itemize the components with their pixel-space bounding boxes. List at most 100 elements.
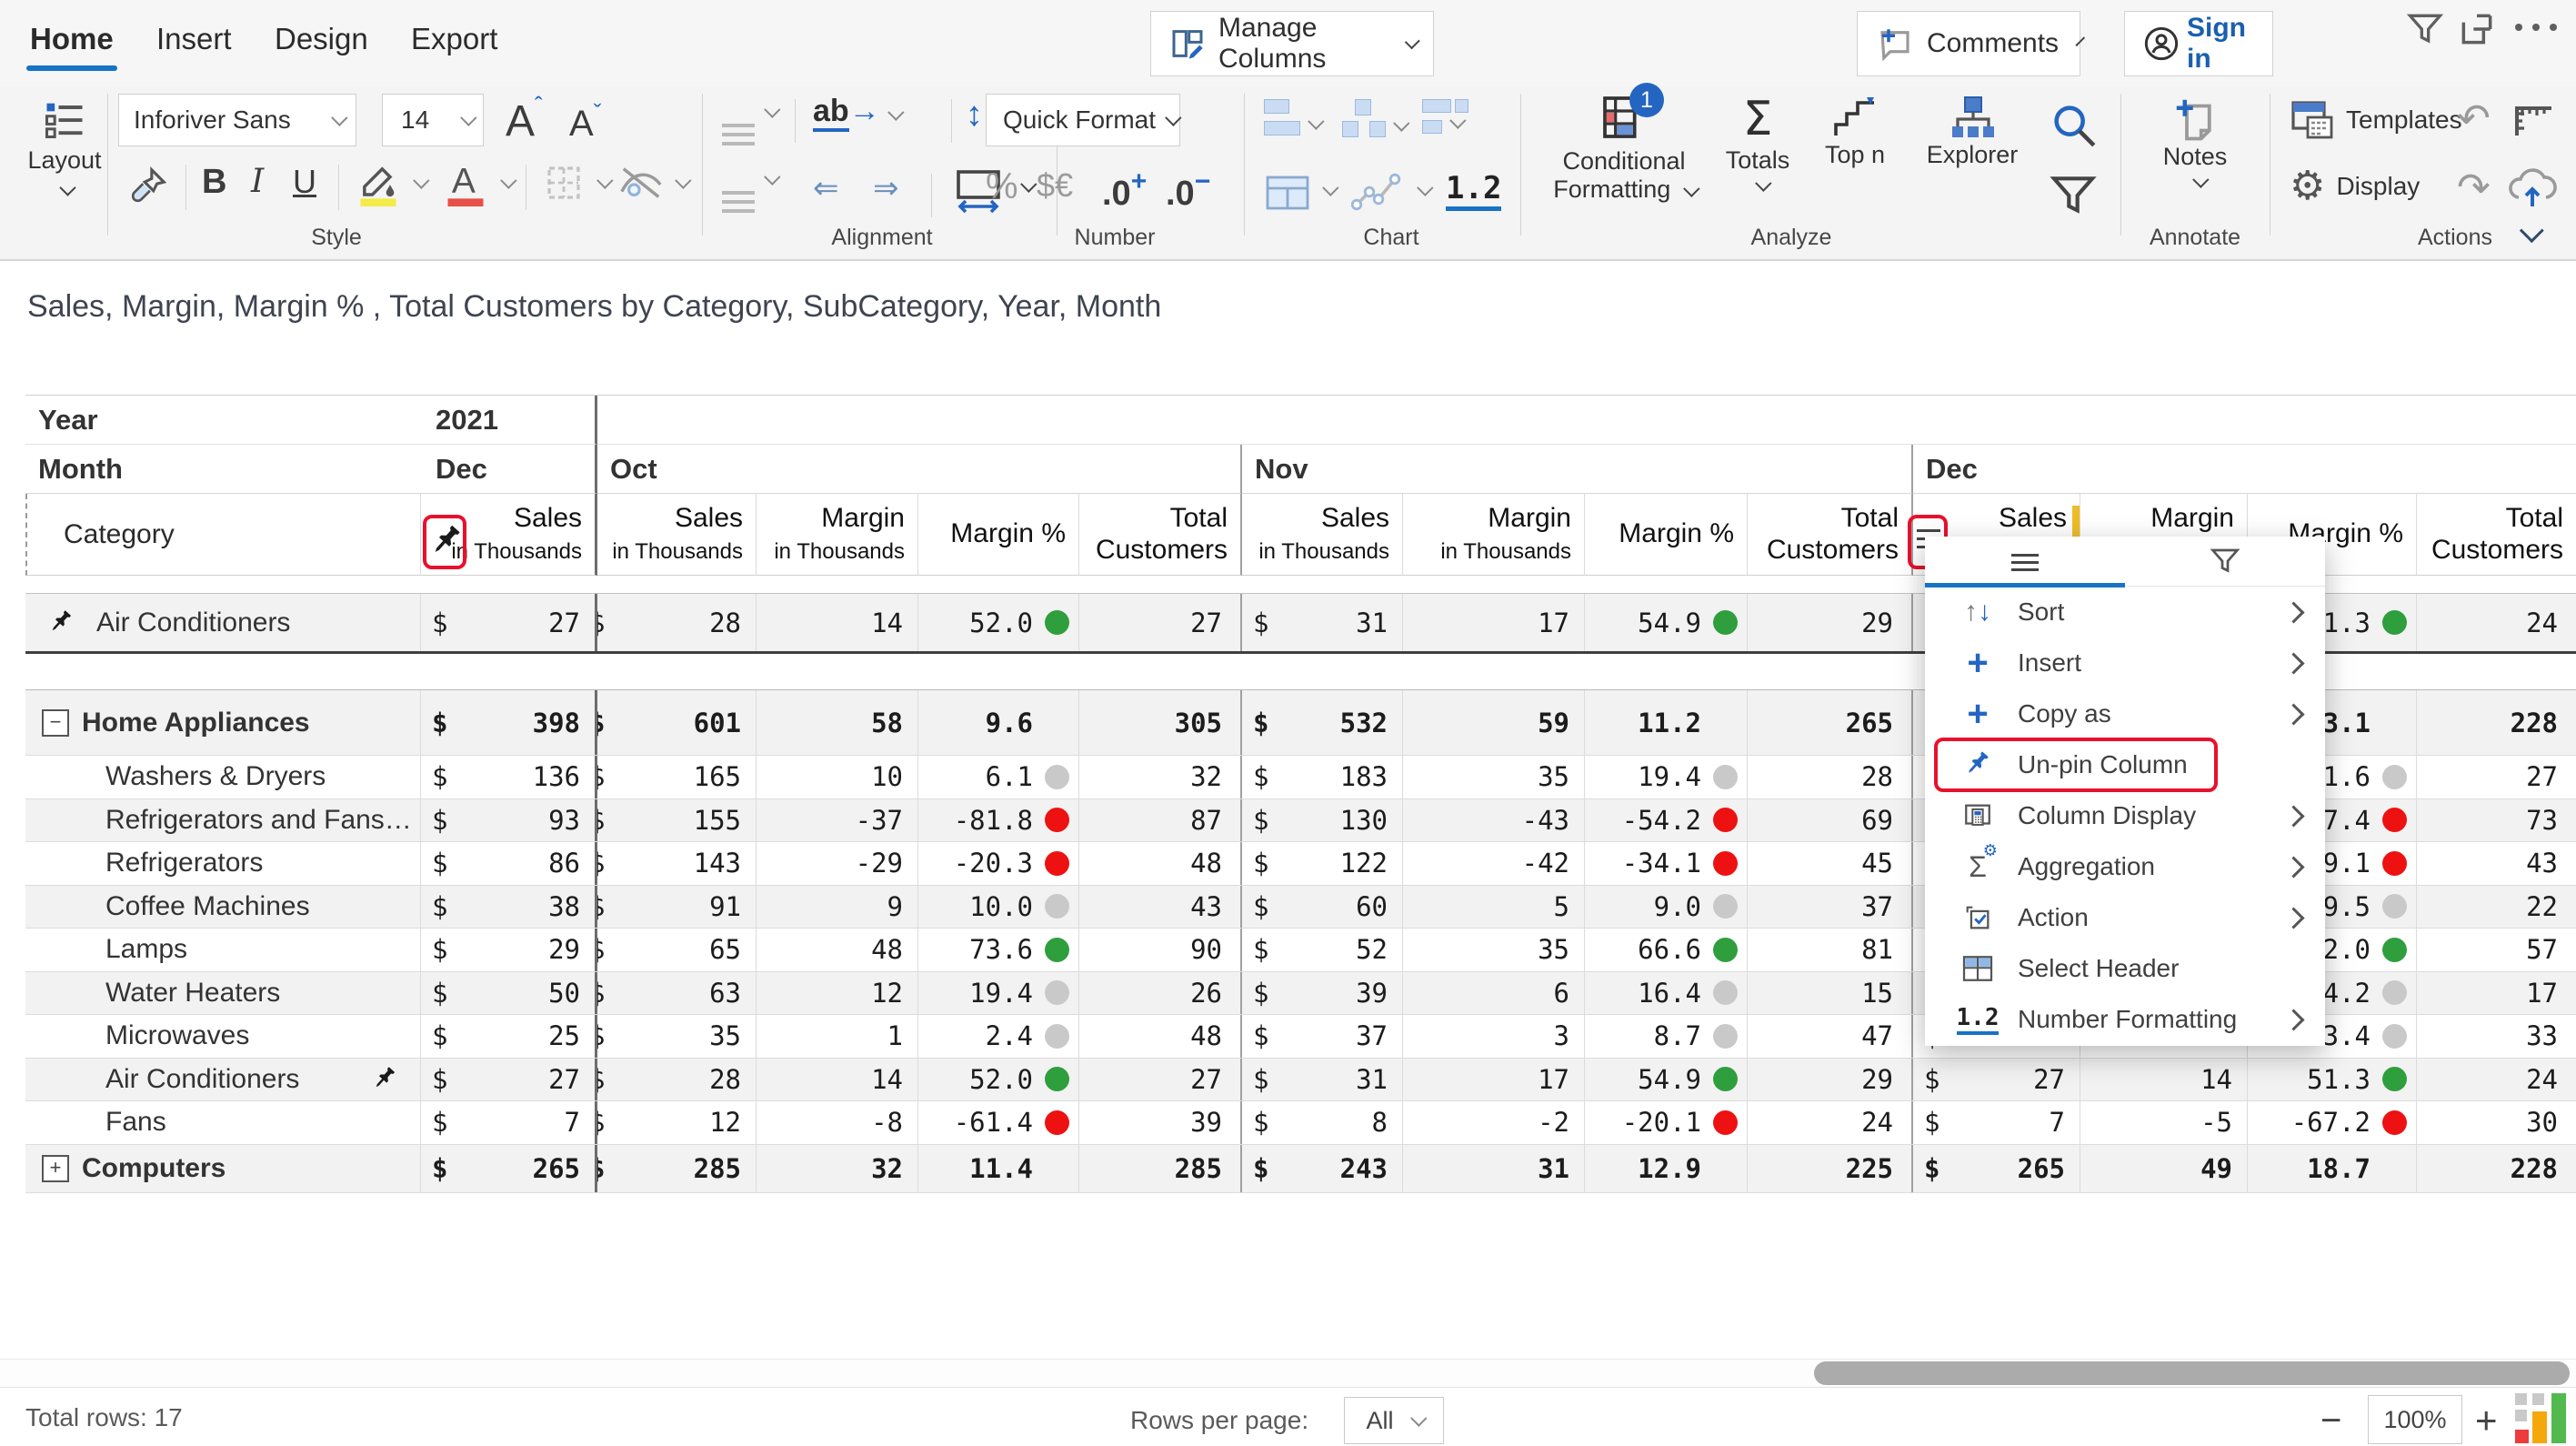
cell-oct-sales[interactable]: $165	[597, 756, 757, 798]
menu-item-number-formatting[interactable]: 1.2Number Formatting	[1925, 994, 2325, 1045]
cell-nov-margin-pct[interactable]: 16.4	[1585, 972, 1748, 1015]
font-name-select[interactable]: Inforiver Sans	[118, 94, 356, 146]
horizontal-align-icon[interactable]	[722, 174, 776, 199]
italic-button[interactable]: I	[251, 163, 264, 200]
cell-nov-sales[interactable]: $243	[1242, 1145, 1403, 1192]
year-value[interactable]: 2021	[421, 396, 597, 445]
explorer-button[interactable]: Explorer	[1913, 94, 2031, 169]
menu-item-aggregation[interactable]: Σ⚙Aggregation	[1925, 841, 2325, 892]
data-label-icon[interactable]: 1.2	[1446, 170, 1501, 211]
row-name-cell[interactable]: Coffee Machines	[25, 886, 421, 929]
sign-in-button[interactable]: Sign in	[2124, 11, 2273, 76]
rows-per-page-select[interactable]: All	[1344, 1397, 1444, 1444]
expand-icon[interactable]: +	[42, 1155, 69, 1182]
oct-total-customers-header[interactable]: TotalCustomers	[1079, 494, 1242, 576]
quick-format-select[interactable]: Quick Format	[986, 94, 1180, 146]
undo-icon[interactable]: ↶	[2457, 95, 2491, 142]
cell-nov-margin-pct[interactable]: 11.2	[1585, 690, 1748, 755]
cell-nov-sales[interactable]: $31	[1242, 594, 1403, 651]
cell-dec-total-customers[interactable]: 73	[2417, 799, 2576, 842]
cell-dec-pinned-sales[interactable]: $265	[421, 1145, 597, 1192]
cell-dec-sales[interactable]: $7	[1913, 1101, 2080, 1144]
cell-nov-margin-pct[interactable]: 54.9	[1585, 594, 1748, 651]
cell-oct-sales[interactable]: $12	[597, 1101, 757, 1144]
tab-insert[interactable]: Insert	[156, 22, 232, 56]
cell-nov-margin[interactable]: 17	[1403, 594, 1585, 651]
cell-dec-total-customers[interactable]: 27	[2417, 756, 2576, 798]
cell-oct-sales[interactable]: $155	[597, 799, 757, 842]
outdent-icon[interactable]: ⇐	[813, 170, 839, 206]
cell-dec-margin-pct[interactable]: 51.3	[2248, 1059, 2417, 1101]
cell-oct-margin-pct[interactable]: 52.0	[918, 594, 1079, 651]
wrap-text-icon[interactable]: ab→	[813, 94, 899, 129]
column-menu-icon[interactable]	[1917, 529, 1940, 532]
cell-dec-margin-pct[interactable]: 18.7	[2248, 1145, 2417, 1192]
nov-margin-pct-header[interactable]: Margin %	[1585, 494, 1748, 576]
cell-dec-pinned-sales[interactable]: $7	[421, 1101, 597, 1144]
cell-nov-margin[interactable]: -42	[1403, 842, 1585, 885]
row-name-cell[interactable]: +Computers	[25, 1145, 421, 1192]
dec-total-customers-header[interactable]: TotalCustomers	[2417, 494, 2576, 576]
cell-dec-pinned-sales[interactable]: $398	[421, 690, 597, 755]
borders-icon[interactable]	[542, 161, 586, 205]
cell-dec-total-customers[interactable]: 228	[2417, 690, 2576, 755]
cell-oct-total-customers[interactable]: 27	[1079, 594, 1242, 651]
row-name-cell[interactable]: Air Conditioners	[25, 1059, 421, 1101]
cell-dec-pinned-sales[interactable]: $136	[421, 756, 597, 798]
cell-dec-pinned-sales[interactable]: $93	[421, 799, 597, 842]
month-group-oct[interactable]: Oct	[597, 445, 1242, 494]
comments-button[interactable]: Comments	[1857, 11, 2080, 76]
cell-dec-sales[interactable]: $265	[1913, 1145, 2080, 1192]
cell-oct-total-customers[interactable]: 48	[1079, 1015, 1242, 1058]
menu-item-action[interactable]: Action	[1925, 892, 2325, 943]
cell-dec-sales[interactable]: $27	[1913, 1059, 2080, 1101]
cell-nov-margin-pct[interactable]: -34.1	[1585, 842, 1748, 885]
cell-oct-margin[interactable]: 58	[757, 690, 918, 755]
currency-format-icon[interactable]: $€	[1037, 166, 1073, 205]
totals-button[interactable]: Σ Totals	[1715, 92, 1800, 196]
cell-nov-margin[interactable]: -2	[1403, 1101, 1585, 1144]
zoom-in-button[interactable]: +	[2475, 1399, 2498, 1442]
cell-nov-margin[interactable]: 6	[1403, 972, 1585, 1015]
top-n-button[interactable]: Top n	[1809, 95, 1900, 169]
popout-icon[interactable]	[2457, 9, 2499, 51]
cell-nov-margin[interactable]: -43	[1403, 799, 1585, 842]
cell-nov-sales[interactable]: $183	[1242, 756, 1403, 798]
cell-oct-margin-pct[interactable]: 6.1	[918, 756, 1079, 798]
month-group-nov[interactable]: Nov	[1242, 445, 1913, 494]
table-icon[interactable]	[1264, 174, 1311, 212]
cell-nov-sales[interactable]: $39	[1242, 972, 1403, 1015]
cell-oct-margin[interactable]: 1	[757, 1015, 918, 1058]
combo-chart-icon[interactable]	[1422, 99, 1468, 138]
percent-format-icon[interactable]: %	[986, 166, 1018, 207]
collapse-icon[interactable]: −	[42, 709, 69, 737]
cell-dec-total-customers[interactable]: 24	[2417, 1059, 2576, 1101]
cell-oct-total-customers[interactable]: 26	[1079, 972, 1242, 1015]
scrollbar-thumb[interactable]	[1814, 1361, 2570, 1385]
cell-oct-total-customers[interactable]: 305	[1079, 690, 1242, 755]
menu-item-copy-as[interactable]: +Copy as	[1925, 688, 2325, 739]
indent-icon[interactable]: ⇒	[873, 170, 899, 206]
cell-oct-margin-pct[interactable]: -20.3	[918, 842, 1079, 885]
cell-dec-pinned-sales[interactable]: $27	[421, 1059, 597, 1101]
cell-nov-margin-pct[interactable]: 9.0	[1585, 886, 1748, 929]
cell-oct-sales[interactable]: $28	[597, 594, 757, 651]
cell-oct-sales[interactable]: $35	[597, 1015, 757, 1058]
cell-nov-margin[interactable]: 35	[1403, 929, 1585, 971]
publish-icon[interactable]	[2506, 165, 2559, 210]
conditional-formatting-button[interactable]: 1 Conditional Formatting	[1551, 92, 1697, 204]
cell-dec-total-customers[interactable]: 33	[2417, 1015, 2576, 1058]
row-name-cell[interactable]: Refrigerators	[25, 842, 421, 885]
underline-button[interactable]: U	[293, 163, 316, 201]
cell-oct-margin[interactable]: 12	[757, 972, 918, 1015]
filter-icon[interactable]	[2405, 9, 2447, 51]
cell-oct-sales[interactable]: $601	[597, 690, 757, 755]
cell-nov-margin-pct[interactable]: 54.9	[1585, 1059, 1748, 1101]
search-icon[interactable]	[2048, 99, 2100, 152]
row-name-cell[interactable]: −Home Appliances	[25, 690, 421, 755]
menu-tab-filter[interactable]	[2125, 537, 2325, 586]
cell-oct-total-customers[interactable]: 32	[1079, 756, 1242, 798]
tab-export[interactable]: Export	[411, 22, 497, 56]
cell-nov-margin-pct[interactable]: 66.6	[1585, 929, 1748, 971]
month-group-dec[interactable]: Dec	[1913, 445, 2576, 494]
